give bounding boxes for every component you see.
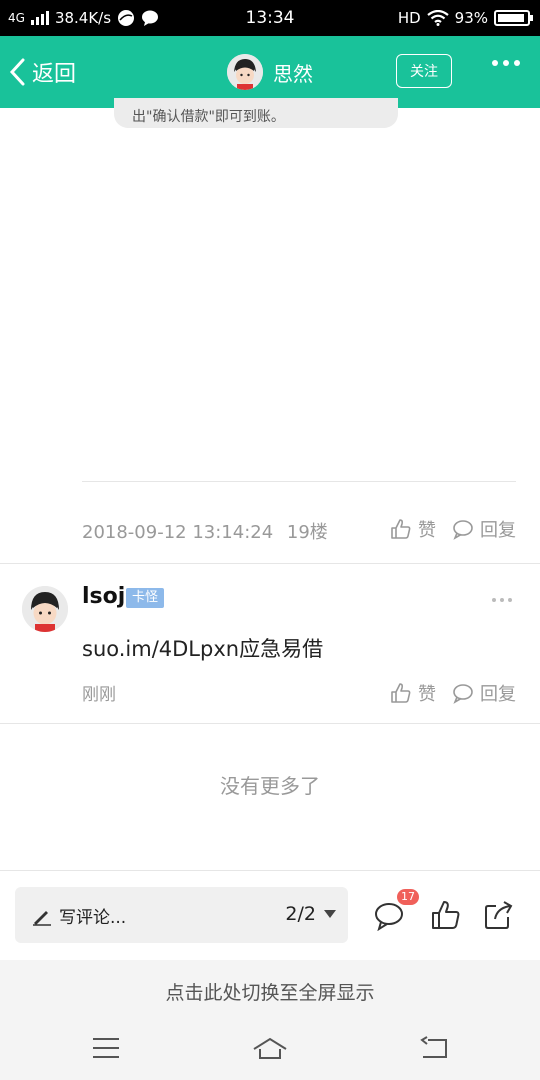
wifi-icon (426, 10, 449, 26)
comment-icon (453, 684, 473, 704)
thumbs-up-icon (391, 683, 411, 703)
status-bar: 4G 38.4K/s 13:34 HD 93% (0, 0, 540, 36)
bubble-text: 出"确认借款"即可到账。 (132, 109, 285, 125)
comment-reply-button[interactable]: 回复 (452, 680, 516, 706)
author-avatar[interactable] (227, 54, 263, 90)
comment-more-icon[interactable] (492, 598, 512, 602)
write-comment-input[interactable]: 写评论... 2/2 (15, 887, 348, 943)
comment-reply-label: 回复 (480, 684, 516, 705)
post-timestamp: 2018-09-12 13:14:24 (82, 522, 274, 543)
post-reply-label: 回复 (480, 520, 516, 541)
commenter-avatar[interactable] (22, 586, 68, 632)
divider (82, 481, 516, 482)
post-reply-button[interactable]: 回复 (452, 516, 516, 542)
hd-indicator: HD (397, 9, 421, 27)
follow-button[interactable]: 关注 (396, 54, 452, 88)
comment-like-button[interactable]: 赞 (390, 680, 436, 706)
more-menu-icon[interactable] (492, 60, 520, 66)
write-comment-placeholder: 写评论... (59, 907, 127, 928)
divider (0, 723, 540, 724)
user-level-badge: 卡怪 (126, 588, 165, 608)
battery-percent: 93% (454, 9, 488, 27)
comment-time: 刚刚 (82, 685, 116, 705)
page-indicator: 2/2 (285, 903, 316, 925)
message-bubble: 出"确认借款"即可到账。 (114, 98, 398, 128)
fullscreen-toggle-text: 点击此处切换至全屏显示 (165, 982, 375, 1004)
pencil-icon (33, 911, 51, 926)
like-icon[interactable] (430, 899, 462, 931)
end-of-list-text: 没有更多了 (220, 774, 320, 798)
post-like-label: 赞 (418, 520, 436, 541)
page-selector[interactable]: 2/2 (285, 903, 336, 925)
bottom-action-bar: 写评论... 2/2 17 (0, 870, 540, 960)
post-meta: 2018-09-12 13:14:24 19楼 (82, 518, 328, 544)
comment-like-label: 赞 (418, 684, 436, 705)
post-actions: 赞 回复 (390, 516, 516, 542)
author-name: 思然 (273, 61, 313, 86)
post-like-button[interactable]: 赞 (390, 516, 436, 542)
comment-count-badge: 17 (397, 889, 419, 905)
post-floor: 19楼 (286, 522, 328, 543)
fullscreen-toggle-bar[interactable]: 点击此处切换至全屏显示 (0, 960, 540, 1080)
share-icon[interactable] (483, 899, 515, 931)
comment-text: suo.im/4DLpxn应急易借 (82, 637, 324, 661)
home-icon[interactable] (252, 1036, 288, 1060)
divider (0, 563, 540, 564)
commenter-name[interactable]: lsoj (82, 584, 125, 609)
comment-actions: 赞 回复 (390, 680, 516, 706)
battery-icon (494, 10, 533, 26)
menu-icon[interactable] (92, 1036, 120, 1060)
back-nav-icon[interactable] (420, 1036, 448, 1060)
comment-icon (453, 520, 473, 540)
thumbs-up-icon (391, 519, 411, 539)
caret-down-icon (324, 910, 336, 918)
